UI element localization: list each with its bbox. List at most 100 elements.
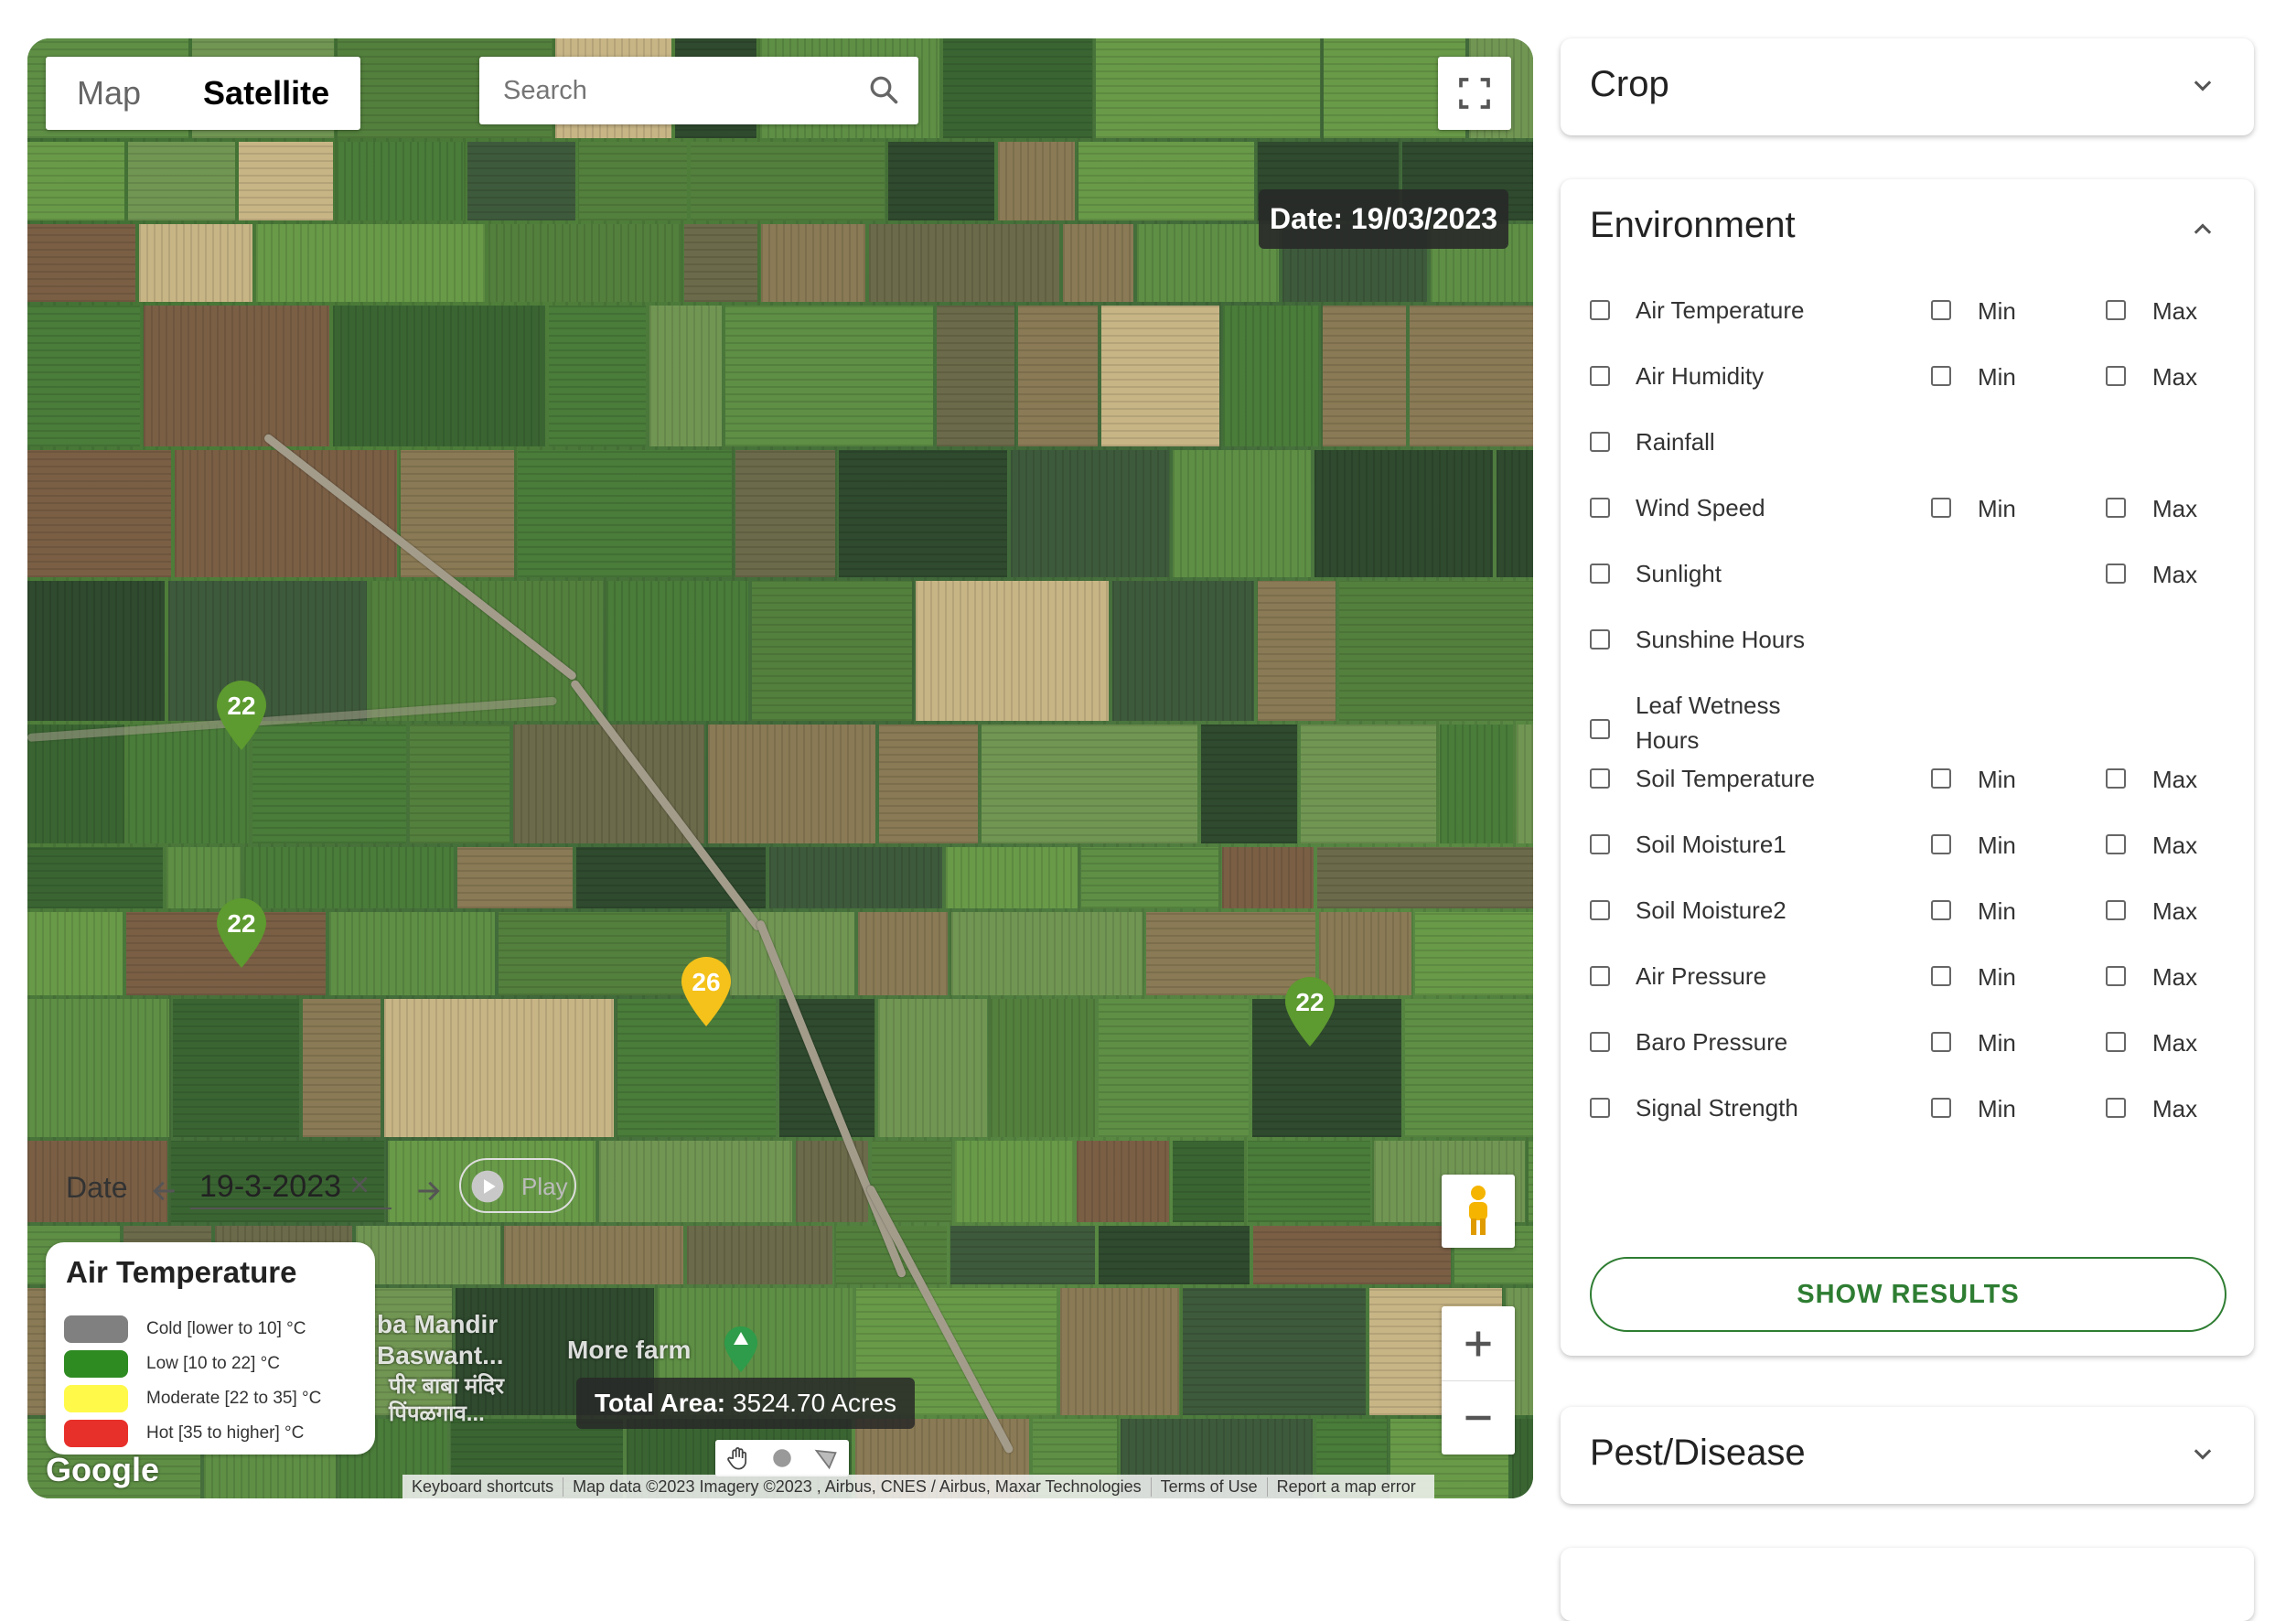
field-patch — [27, 306, 140, 446]
field-patch — [1112, 581, 1254, 721]
map-type-satellite-tab[interactable]: Satellite — [172, 57, 360, 130]
env-checkbox[interactable] — [1590, 966, 1610, 986]
env-label: Leaf Wetness Hours — [1636, 692, 1781, 754]
max-checkbox[interactable] — [2106, 564, 2126, 584]
env-checkbox[interactable] — [1590, 900, 1610, 920]
chevron-down-icon[interactable] — [2190, 73, 2216, 99]
field-patch — [27, 450, 171, 577]
date-input[interactable]: 19-3-2023 — [190, 1164, 392, 1209]
plus-icon — [1465, 1331, 1491, 1356]
max-label: Max — [2152, 1095, 2198, 1122]
zoom-in-button[interactable] — [1442, 1307, 1515, 1381]
place-label: ba Mandir — [377, 1310, 499, 1338]
max-checkbox[interactable] — [2106, 498, 2126, 518]
chevron-up-icon[interactable] — [2190, 216, 2216, 242]
max-checkbox[interactable] — [2106, 1032, 2126, 1052]
clear-icon[interactable] — [348, 1173, 371, 1197]
zoom-out-button[interactable] — [1442, 1381, 1515, 1455]
show-results-button[interactable]: SHOW RESULTS — [1590, 1257, 2226, 1332]
play-label: Play — [521, 1173, 568, 1200]
field-patch — [1063, 224, 1133, 302]
polygon-draw-icon[interactable] — [813, 1445, 839, 1471]
env-label: Rainfall — [1636, 428, 1715, 456]
sensor-marker[interactable]: 22 — [1282, 975, 1337, 1048]
min-checkbox[interactable] — [1931, 768, 1951, 789]
max-checkbox[interactable] — [2106, 900, 2126, 920]
max-label: Max — [2152, 832, 2198, 859]
env-checkbox[interactable] — [1590, 564, 1610, 584]
sensor-marker[interactable]: 26 — [679, 955, 734, 1028]
env-checkbox[interactable] — [1590, 768, 1610, 789]
min-checkbox[interactable] — [1931, 1032, 1951, 1052]
arrow-left-icon[interactable] — [150, 1176, 179, 1206]
field-patch — [998, 142, 1075, 220]
min-checkbox[interactable] — [1931, 966, 1951, 986]
field-patch — [1497, 450, 1533, 577]
pest-disease-title: Pest/Disease — [1590, 1433, 1806, 1473]
env-checkbox[interactable] — [1590, 629, 1610, 649]
env-checkbox[interactable] — [1590, 366, 1610, 386]
env-checkbox[interactable] — [1590, 1032, 1610, 1052]
environment-title: Environment — [1590, 205, 1796, 245]
report-map-error-link[interactable]: Report a map error — [1268, 1477, 1425, 1497]
satellite-map[interactable]: Map Satellite Date: 19/03/2023 22 22 26 … — [27, 38, 1533, 1498]
field-patch — [27, 581, 165, 721]
max-checkbox[interactable] — [2106, 966, 2126, 986]
fullscreen-button[interactable] — [1438, 57, 1511, 130]
min-checkbox[interactable] — [1931, 366, 1951, 386]
sensor-marker[interactable]: 22 — [214, 679, 269, 752]
field-patch — [1301, 725, 1436, 843]
street-view-pegman[interactable] — [1442, 1175, 1515, 1248]
env-row: Rainfall — [1590, 423, 2230, 478]
min-checkbox[interactable] — [1931, 498, 1951, 518]
env-checkbox[interactable] — [1590, 1098, 1610, 1118]
field-patch — [410, 725, 510, 843]
env-checkbox[interactable] — [1590, 432, 1610, 452]
env-checkbox[interactable] — [1590, 498, 1610, 518]
max-checkbox[interactable] — [2106, 834, 2126, 854]
field-patch — [27, 847, 163, 908]
field-patch — [916, 581, 1109, 721]
env-label: Sunshine Hours — [1636, 626, 1805, 653]
park-pin-icon[interactable] — [723, 1325, 759, 1374]
place-label: More farm — [567, 1336, 692, 1364]
search-icon[interactable] — [867, 73, 900, 106]
field-patch — [518, 450, 732, 577]
env-label: Soil Moisture2 — [1636, 896, 1786, 924]
env-row: Baro Pressure Min Max — [1590, 1023, 2230, 1078]
terms-of-use-link[interactable]: Terms of Use — [1152, 1476, 1268, 1497]
field-patch — [649, 306, 722, 446]
map-search-input[interactable] — [479, 57, 851, 124]
env-checkbox[interactable] — [1590, 834, 1610, 854]
crop-section[interactable]: Crop — [1561, 38, 2254, 135]
max-checkbox[interactable] — [2106, 300, 2126, 320]
max-label: Max — [2152, 897, 2198, 925]
map-type-map-tab[interactable]: Map — [46, 57, 172, 130]
max-checkbox[interactable] — [2106, 768, 2126, 789]
field-patch — [730, 912, 854, 995]
fullscreen-icon — [1459, 78, 1490, 109]
max-checkbox[interactable] — [2106, 1098, 2126, 1118]
min-checkbox[interactable] — [1931, 1098, 1951, 1118]
pest-disease-section[interactable]: Pest/Disease — [1561, 1407, 2254, 1504]
date-label: Date — [66, 1171, 128, 1204]
field-patch — [1077, 1141, 1169, 1222]
arrow-right-icon[interactable] — [413, 1176, 443, 1206]
keyboard-shortcuts-link[interactable]: Keyboard shortcuts — [402, 1476, 564, 1497]
sensor-marker[interactable]: 22 — [214, 896, 269, 970]
field-patch — [27, 912, 123, 995]
max-checkbox[interactable] — [2106, 366, 2126, 386]
field-patch — [1099, 1226, 1250, 1284]
min-checkbox[interactable] — [1931, 834, 1951, 854]
min-label: Min — [1978, 832, 2016, 859]
min-checkbox[interactable] — [1931, 900, 1951, 920]
chevron-down-icon[interactable] — [2190, 1442, 2216, 1467]
hand-icon[interactable] — [725, 1445, 751, 1471]
circle-draw-icon[interactable] — [770, 1446, 794, 1470]
min-checkbox[interactable] — [1931, 300, 1951, 320]
env-row: Signal Strength Min Max — [1590, 1089, 2230, 1143]
field-patch — [467, 142, 575, 220]
play-button[interactable]: Play — [459, 1158, 576, 1213]
env-checkbox[interactable] — [1590, 300, 1610, 320]
env-checkbox[interactable] — [1590, 719, 1610, 739]
